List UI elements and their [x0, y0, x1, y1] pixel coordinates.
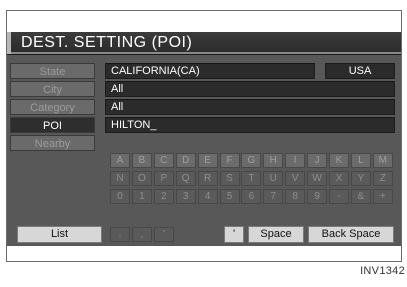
- poi-label[interactable]: POI: [10, 117, 95, 133]
- key-3-7[interactable]: 6: [241, 189, 262, 204]
- back-space-button[interactable]: Back Space: [308, 226, 394, 243]
- state-label[interactable]: State: [10, 63, 95, 79]
- symbol-key-1[interactable]: .: [110, 227, 130, 242]
- key-3-8[interactable]: 7: [263, 189, 284, 204]
- key-1-1[interactable]: A: [110, 153, 130, 168]
- key-3-9[interactable]: 8: [285, 189, 306, 204]
- key-3-11[interactable]: -: [329, 189, 349, 204]
- key-2-12[interactable]: Y: [350, 171, 371, 186]
- key-2-4[interactable]: Q: [175, 171, 196, 186]
- key-2-11[interactable]: X: [329, 171, 349, 186]
- title-accent: [7, 32, 11, 54]
- category-field[interactable]: All: [105, 99, 395, 115]
- key-2-6[interactable]: S: [219, 171, 240, 186]
- key-1-9[interactable]: I: [285, 153, 306, 168]
- key-2-5[interactable]: R: [197, 171, 218, 186]
- key-1-13[interactable]: M: [372, 153, 393, 168]
- key-1-2[interactable]: B: [131, 153, 152, 168]
- key-3-12[interactable]: &: [350, 189, 371, 204]
- state-field[interactable]: CALIFORNIA(CA): [105, 63, 315, 79]
- key-1-7[interactable]: G: [241, 153, 262, 168]
- key-1-6[interactable]: F: [219, 153, 240, 168]
- key-1-10[interactable]: J: [307, 153, 328, 168]
- screen-title: DEST. SETTING (POI): [21, 34, 193, 51]
- symbol-key-3[interactable]: ': [153, 227, 174, 242]
- symbol-key-2[interactable]: ,: [131, 227, 152, 242]
- key-1-12[interactable]: L: [350, 153, 371, 168]
- poi-input[interactable]: HILTON_: [105, 117, 395, 133]
- key-3-4[interactable]: 3: [175, 189, 196, 204]
- city-label[interactable]: City: [10, 81, 95, 97]
- country-field[interactable]: USA: [325, 63, 395, 79]
- key-2-2[interactable]: O: [131, 171, 152, 186]
- key-2-13[interactable]: Z: [372, 171, 393, 186]
- key-3-1[interactable]: 0: [110, 189, 130, 204]
- key-2-3[interactable]: P: [153, 171, 174, 186]
- category-label[interactable]: Category: [10, 99, 95, 115]
- list-button[interactable]: List: [17, 226, 102, 243]
- space-button[interactable]: Space: [248, 226, 304, 243]
- apostrophe-key[interactable]: ': [224, 226, 244, 243]
- key-2-8[interactable]: U: [263, 171, 284, 186]
- key-3-10[interactable]: 9: [307, 189, 328, 204]
- title-bar: DEST. SETTING (POI): [7, 32, 401, 55]
- key-1-5[interactable]: E: [197, 153, 218, 168]
- title-underline: [11, 52, 401, 54]
- key-3-3[interactable]: 2: [153, 189, 174, 204]
- key-3-2[interactable]: 1: [131, 189, 152, 204]
- key-1-4[interactable]: D: [175, 153, 196, 168]
- key-1-3[interactable]: C: [153, 153, 174, 168]
- key-2-10[interactable]: W: [307, 171, 328, 186]
- key-1-8[interactable]: H: [263, 153, 284, 168]
- key-3-13[interactable]: +: [372, 189, 393, 204]
- key-2-7[interactable]: T: [241, 171, 262, 186]
- city-field[interactable]: All: [105, 81, 395, 97]
- key-3-5[interactable]: 4: [197, 189, 218, 204]
- key-1-11[interactable]: K: [329, 153, 349, 168]
- nearby-button[interactable]: Nearby: [10, 135, 95, 151]
- key-2-1[interactable]: N: [110, 171, 130, 186]
- figure-caption: INV1342: [360, 265, 405, 277]
- key-2-9[interactable]: V: [285, 171, 306, 186]
- key-3-6[interactable]: 5: [219, 189, 240, 204]
